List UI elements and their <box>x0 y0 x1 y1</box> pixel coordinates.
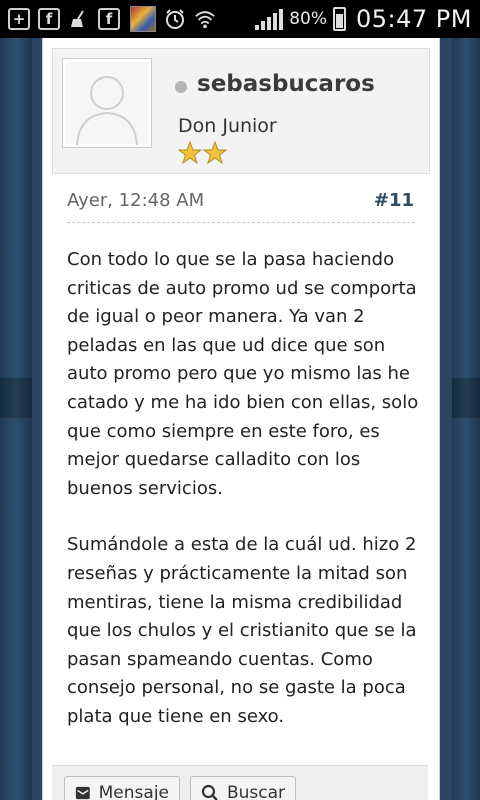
message-button-label: Mensaje <box>98 783 169 800</box>
background-left <box>0 38 32 800</box>
signal-icon <box>255 8 284 30</box>
message-button[interactable]: Mensaje <box>64 776 180 800</box>
add-icon: + <box>8 8 30 30</box>
wifi-icon <box>194 8 216 30</box>
user-title: Don Junior <box>178 115 277 137</box>
offline-status-icon <box>175 81 187 93</box>
app-thumbnail-icon <box>130 6 156 32</box>
battery-icon <box>333 7 347 31</box>
battery-percent: 80% <box>289 9 328 29</box>
broom-icon <box>68 8 90 30</box>
message-icon <box>75 786 90 800</box>
username-link[interactable]: sebasbucaros <box>197 71 375 97</box>
post-date: Ayer, 12:48 AM <box>67 190 205 211</box>
user-rank-stars <box>178 141 227 165</box>
facebook-icon: f <box>98 8 120 30</box>
avatar[interactable] <box>62 58 152 148</box>
post-panel: sebasbucaros Don Junior Ayer, 12:48 AM #… <box>42 38 440 800</box>
divider <box>67 222 415 223</box>
post-body: Con todo lo que se la pasa haciendo crit… <box>67 246 423 732</box>
post-number-link[interactable]: #11 <box>374 190 414 211</box>
alarm-icon <box>164 8 186 30</box>
star-icon <box>203 141 227 165</box>
star-icon <box>178 141 202 165</box>
status-bar: + f f 80% 05:47 PM <box>0 0 480 38</box>
post-paragraph: Con todo lo que se la pasa haciendo crit… <box>67 249 419 499</box>
facebook-icon: f <box>38 8 60 30</box>
clock: 05:47 PM <box>356 5 472 33</box>
user-info: sebasbucaros Don Junior <box>52 48 430 174</box>
post-paragraph: Sumándole a esta de la cuál ud. hizo 2 r… <box>67 534 417 727</box>
search-button[interactable]: Buscar <box>190 776 296 800</box>
background-right <box>452 38 480 800</box>
post-actions: Mensaje Buscar <box>52 765 428 800</box>
search-button-label: Buscar <box>226 783 285 800</box>
default-avatar-icon <box>76 76 138 146</box>
search-icon <box>201 784 218 800</box>
